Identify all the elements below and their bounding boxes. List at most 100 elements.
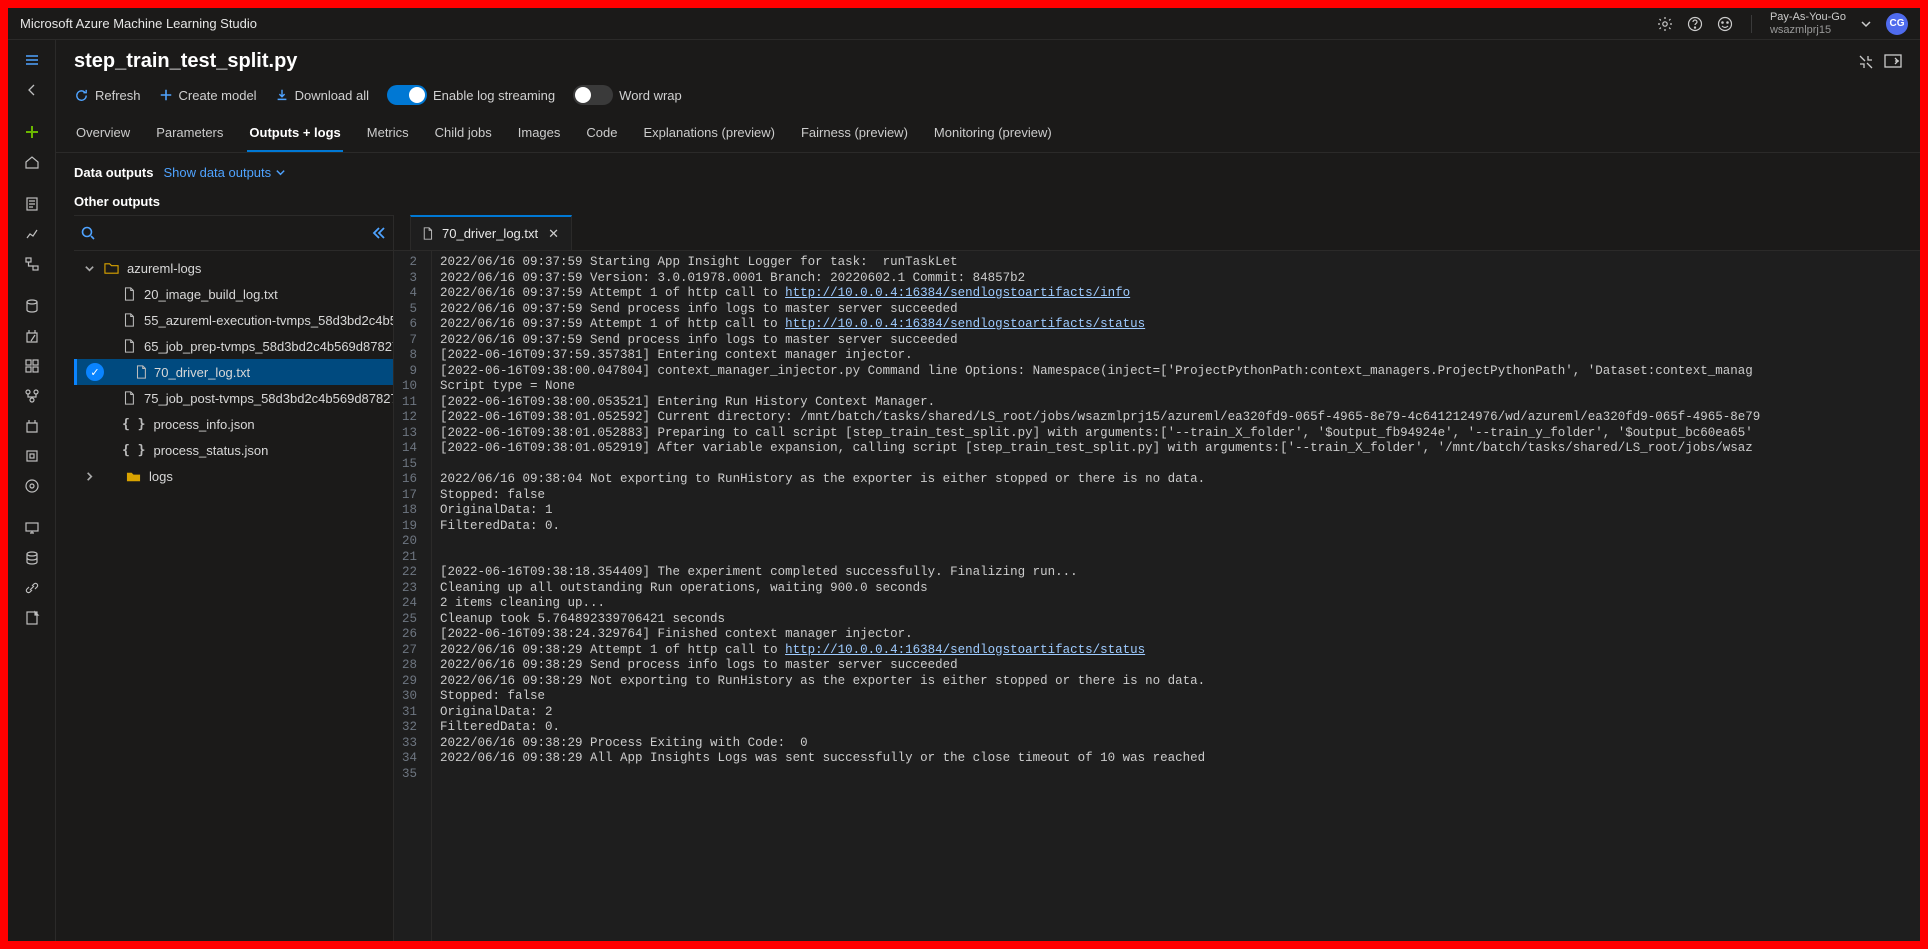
log-url[interactable]: http://10.0.0.4:16384/sendlogstoartifact… bbox=[785, 286, 1130, 300]
editor-tabbar: 70_driver_log.txt ✕ bbox=[394, 215, 1920, 251]
compute-icon[interactable] bbox=[14, 514, 50, 542]
log-url[interactable]: http://10.0.0.4:16384/sendlogstoartifact… bbox=[785, 643, 1145, 657]
file-icon bbox=[421, 227, 434, 240]
tree-file[interactable]: 75_job_post-tvmps_58d3bd2c4b569d87827137 bbox=[74, 385, 393, 411]
environments-icon[interactable] bbox=[14, 412, 50, 440]
status-success-icon: ✓ bbox=[86, 363, 104, 381]
file-icon bbox=[122, 391, 136, 405]
topbar: Microsoft Azure Machine Learning Studio … bbox=[8, 8, 1920, 40]
editor-gutter: 2345678910111213141516171819202122232425… bbox=[394, 251, 432, 941]
file-icon bbox=[122, 287, 136, 301]
pipelines-icon[interactable] bbox=[14, 382, 50, 410]
download-all-button[interactable]: Download all bbox=[275, 88, 369, 103]
tree-file[interactable]: 65_job_prep-tvmps_58d3bd2c4b569d87827137 bbox=[74, 333, 393, 359]
plus-icon[interactable] bbox=[14, 118, 50, 146]
show-data-outputs-text: Show data outputs bbox=[163, 165, 271, 180]
json-icon: { } bbox=[122, 417, 145, 432]
models-icon[interactable] bbox=[14, 442, 50, 470]
gear-icon[interactable] bbox=[1657, 16, 1673, 32]
tree-label: 55_azureml-execution-tvmps_58d3bd2c4b569… bbox=[144, 313, 393, 328]
tab-fairness[interactable]: Fairness (preview) bbox=[799, 115, 910, 152]
toggle-on-icon bbox=[387, 85, 427, 105]
editor-body[interactable]: 2345678910111213141516171819202122232425… bbox=[394, 251, 1920, 941]
tree-label: 20_image_build_log.txt bbox=[144, 287, 278, 302]
chevron-down-icon[interactable] bbox=[1860, 18, 1872, 30]
labeling-icon[interactable] bbox=[14, 604, 50, 632]
help-icon[interactable] bbox=[1687, 16, 1703, 32]
search-icon[interactable] bbox=[80, 225, 96, 241]
back-icon[interactable] bbox=[14, 76, 50, 104]
data-icon[interactable] bbox=[14, 292, 50, 320]
tab-overview[interactable]: Overview bbox=[74, 115, 132, 152]
endpoints-icon[interactable] bbox=[14, 472, 50, 500]
tab-code[interactable]: Code bbox=[584, 115, 619, 152]
tab-explanations[interactable]: Explanations (preview) bbox=[641, 115, 777, 152]
create-model-button[interactable]: Create model bbox=[159, 88, 257, 103]
file-icon bbox=[134, 365, 148, 379]
designer-icon[interactable] bbox=[14, 250, 50, 278]
log-url[interactable]: http://10.0.0.4:16384/sendlogstoartifact… bbox=[785, 317, 1145, 331]
word-wrap-toggle[interactable]: Word wrap bbox=[573, 85, 682, 105]
tree-file[interactable]: { } process_status.json bbox=[74, 437, 393, 463]
close-icon[interactable]: ✕ bbox=[546, 224, 561, 244]
tab-child-jobs[interactable]: Child jobs bbox=[433, 115, 494, 152]
refresh-button[interactable]: Refresh bbox=[74, 88, 141, 103]
word-wrap-label: Word wrap bbox=[619, 88, 682, 103]
splitpane: azureml-logs 20_image_build_log.txt 55_a… bbox=[56, 215, 1920, 941]
data-outputs-row: Data outputs Show data outputs bbox=[56, 153, 1920, 180]
file-icon bbox=[122, 339, 136, 353]
tab-parameters[interactable]: Parameters bbox=[154, 115, 225, 152]
tab-monitoring[interactable]: Monitoring (preview) bbox=[932, 115, 1054, 152]
editor-tab[interactable]: 70_driver_log.txt ✕ bbox=[410, 215, 572, 250]
notebooks-icon[interactable] bbox=[14, 190, 50, 218]
page-header: step_train_test_split.py bbox=[56, 40, 1920, 79]
separator bbox=[1751, 15, 1752, 33]
tree-label: azureml-logs bbox=[127, 261, 201, 276]
tab-outputs-logs[interactable]: Outputs + logs bbox=[247, 115, 342, 152]
editor-panel: 70_driver_log.txt ✕ 23456789101112131415… bbox=[394, 215, 1920, 941]
main: step_train_test_split.py Refresh Create … bbox=[56, 40, 1920, 941]
expand-icon[interactable] bbox=[1884, 54, 1902, 70]
menu-icon[interactable] bbox=[14, 46, 50, 74]
folder-icon bbox=[104, 261, 119, 276]
datastores-icon[interactable] bbox=[14, 544, 50, 572]
feedback-icon[interactable] bbox=[1717, 16, 1733, 32]
other-outputs-label: Other outputs bbox=[56, 180, 1920, 215]
chevron-down-icon bbox=[82, 263, 96, 274]
tree-folder-logs[interactable]: logs bbox=[74, 463, 393, 489]
avatar[interactable]: CG bbox=[1886, 13, 1908, 35]
subscription-name: Pay-As-You-Go bbox=[1770, 11, 1846, 23]
tree-label: 65_job_prep-tvmps_58d3bd2c4b569d87827137 bbox=[144, 339, 393, 354]
toggle-off-icon bbox=[573, 85, 613, 105]
body: step_train_test_split.py Refresh Create … bbox=[8, 40, 1920, 941]
tree-file[interactable]: { } process_info.json bbox=[74, 411, 393, 437]
editor-code: 2022/06/16 09:37:59 Starting App Insight… bbox=[432, 251, 1768, 941]
log-streaming-label: Enable log streaming bbox=[433, 88, 555, 103]
app-root: Microsoft Azure Machine Learning Studio … bbox=[8, 8, 1920, 941]
tree-file-selected[interactable]: ✓ 70_driver_log.txt bbox=[74, 359, 393, 385]
show-data-outputs-link[interactable]: Show data outputs bbox=[163, 165, 286, 180]
download-all-label: Download all bbox=[295, 88, 369, 103]
home-icon[interactable] bbox=[14, 148, 50, 176]
minimize-icon[interactable] bbox=[1858, 54, 1874, 70]
tree-file[interactable]: 20_image_build_log.txt bbox=[74, 281, 393, 307]
tree-toolbar bbox=[74, 215, 393, 251]
tab-images[interactable]: Images bbox=[516, 115, 563, 152]
linked-icon[interactable] bbox=[14, 574, 50, 602]
file-tree: azureml-logs 20_image_build_log.txt 55_a… bbox=[74, 251, 393, 941]
tree-label: 75_job_post-tvmps_58d3bd2c4b569d87827137 bbox=[144, 391, 393, 406]
tree-label: 70_driver_log.txt bbox=[154, 365, 250, 380]
file-icon bbox=[122, 313, 136, 327]
tabs: Overview Parameters Outputs + logs Metri… bbox=[56, 115, 1920, 153]
tree-file[interactable]: 55_azureml-execution-tvmps_58d3bd2c4b569… bbox=[74, 307, 393, 333]
workspace-name: wsazmlprj15 bbox=[1770, 24, 1846, 36]
page-title: step_train_test_split.py bbox=[74, 50, 1858, 73]
components-icon[interactable] bbox=[14, 352, 50, 380]
collapse-panel-icon[interactable] bbox=[371, 225, 387, 241]
tree-folder-azureml-logs[interactable]: azureml-logs bbox=[74, 255, 393, 281]
jobs-icon[interactable] bbox=[14, 322, 50, 350]
automl-icon[interactable] bbox=[14, 220, 50, 248]
log-streaming-toggle[interactable]: Enable log streaming bbox=[387, 85, 555, 105]
subscription-picker[interactable]: Pay-As-You-Go wsazmlprj15 bbox=[1770, 11, 1846, 35]
tab-metrics[interactable]: Metrics bbox=[365, 115, 411, 152]
